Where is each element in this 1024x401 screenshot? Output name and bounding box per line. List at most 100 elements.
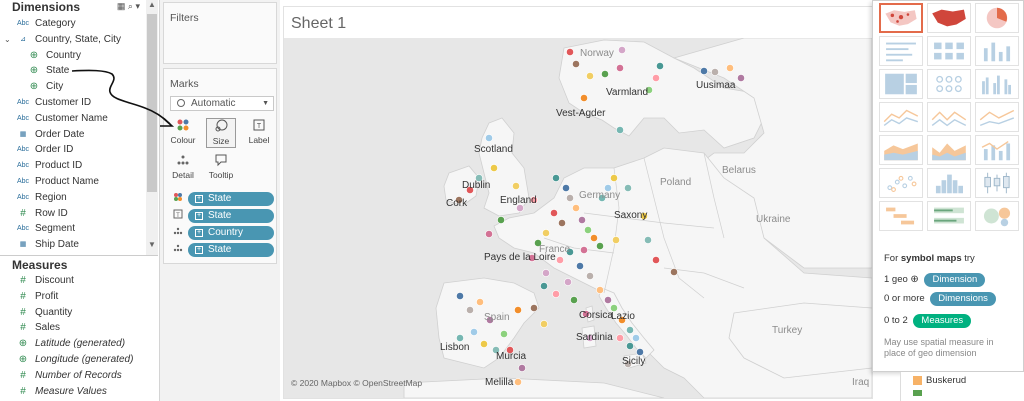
field-sales[interactable]: # Sales (0, 320, 146, 336)
map-point[interactable] (476, 298, 484, 306)
map-point[interactable] (610, 174, 618, 182)
side-by-side-bars-chart-icon[interactable] (975, 69, 1019, 99)
map-point[interactable] (512, 182, 520, 190)
search-icon[interactable]: ⌕ (128, 1, 133, 11)
field-segment[interactable]: Abc Segment (0, 221, 146, 237)
continuous-lines-chart-icon[interactable] (879, 102, 923, 132)
map-point[interactable] (737, 74, 745, 82)
map-point[interactable] (552, 290, 560, 298)
symbol-map-chart-icon[interactable] (879, 3, 923, 33)
field-latitude-generated[interactable]: ⊕ Latitude (generated) (0, 336, 146, 352)
map-point[interactable] (542, 229, 550, 237)
map-point[interactable] (566, 48, 574, 56)
map-point[interactable] (590, 234, 598, 242)
map-point[interactable] (570, 296, 578, 304)
box-whisker-chart-icon[interactable] (975, 168, 1019, 198)
map-point[interactable] (580, 94, 588, 102)
sheet-title[interactable]: Sheet 1 (291, 15, 346, 33)
field-profit[interactable]: # Profit (0, 289, 146, 305)
map-point[interactable] (470, 328, 478, 336)
map-point[interactable] (566, 194, 574, 202)
dual-combination-chart-icon[interactable] (975, 135, 1019, 165)
circle-views-chart-icon[interactable] (927, 69, 971, 99)
mark-type-dropdown[interactable]: Automatic ▼ (170, 96, 274, 111)
map-point[interactable] (596, 242, 604, 250)
map-credit[interactable]: © 2020 Mapbox © OpenStreetMap (291, 378, 422, 388)
map-point[interactable] (652, 74, 660, 82)
map-point[interactable] (576, 262, 584, 270)
field-measure-values[interactable]: # Measure Values (0, 384, 146, 400)
map-point[interactable] (624, 184, 632, 192)
state-detail-pill[interactable]: + State (188, 243, 274, 257)
map-point[interactable] (490, 164, 498, 172)
heat-map-chart-icon[interactable] (927, 36, 971, 66)
grid-view-icon[interactable]: ▦ (117, 1, 126, 11)
packed-bubbles-chart-icon[interactable] (975, 201, 1019, 231)
map-point[interactable] (604, 296, 612, 304)
map-point[interactable] (518, 364, 526, 372)
map-point[interactable] (726, 64, 734, 72)
field-discount[interactable]: # Discount (0, 273, 146, 289)
map-point[interactable] (542, 269, 550, 277)
area-continuous-chart-icon[interactable] (879, 135, 923, 165)
size-button[interactable]: Size (206, 118, 236, 148)
field-row-id[interactable]: # Row ID (0, 206, 146, 222)
map-point[interactable] (644, 236, 652, 244)
map-point[interactable] (612, 236, 620, 244)
scroll-down-arrow-icon[interactable]: ▼ (148, 240, 156, 249)
filled-map-chart-icon[interactable] (927, 3, 971, 33)
map-point[interactable] (456, 292, 464, 300)
map-point[interactable] (586, 72, 594, 80)
map-point[interactable] (497, 216, 505, 224)
map-point[interactable] (584, 226, 592, 234)
map-point[interactable] (616, 126, 624, 134)
expand-plus-icon[interactable]: + (195, 212, 203, 220)
scatter-plot-chart-icon[interactable] (879, 168, 923, 198)
map-point[interactable] (550, 209, 558, 217)
treemap-chart-icon[interactable] (879, 69, 923, 99)
map-point[interactable] (700, 67, 708, 75)
map-point[interactable] (656, 62, 664, 70)
map-point[interactable] (670, 268, 678, 276)
text-table-chart-icon[interactable] (879, 36, 923, 66)
field-quantity[interactable]: # Quantity (0, 305, 146, 321)
state-label-pill[interactable]: + State (188, 209, 274, 223)
map-point[interactable] (552, 174, 560, 182)
map-point[interactable] (558, 219, 566, 227)
field-number-of-records[interactable]: # Number of Records (0, 368, 146, 384)
expand-plus-icon[interactable]: + (195, 195, 203, 203)
map-point[interactable] (616, 64, 624, 72)
map-point[interactable] (711, 68, 719, 76)
discrete-lines-chart-icon[interactable] (927, 102, 971, 132)
country-detail-pill[interactable]: + Country (188, 226, 274, 240)
map-point[interactable] (578, 216, 586, 224)
field-longitude-generated[interactable]: ⊕ Longitude (generated) (0, 352, 146, 368)
map-point[interactable] (456, 334, 464, 342)
dropdown-arrow-icon[interactable]: ▾ (135, 1, 140, 11)
map-point[interactable] (540, 282, 548, 290)
detail-button[interactable]: Detail (168, 153, 198, 183)
expand-plus-icon[interactable]: + (195, 246, 203, 254)
map-point[interactable] (530, 304, 538, 312)
pie-chart-icon[interactable] (975, 3, 1019, 33)
map-point[interactable] (540, 320, 548, 328)
map-point[interactable] (596, 286, 604, 294)
map-point[interactable] (485, 230, 493, 238)
map-point[interactable] (556, 256, 564, 264)
map-point[interactable] (500, 330, 508, 338)
field-order-id[interactable]: Abc Order ID (0, 142, 146, 158)
map-point[interactable] (618, 46, 626, 54)
label-button[interactable]: T Label (244, 118, 274, 148)
map-point[interactable] (485, 134, 493, 142)
map-point[interactable] (636, 348, 644, 356)
map-point[interactable] (466, 306, 474, 314)
map-point[interactable] (626, 342, 634, 350)
bullet-graph-chart-icon[interactable] (927, 201, 971, 231)
field-ship-date[interactable]: ▦ Ship Date (0, 237, 146, 253)
horizontal-bars-chart-icon[interactable] (975, 36, 1019, 66)
field-product-name[interactable]: Abc Product Name (0, 174, 146, 190)
field-region[interactable]: Abc Region (0, 190, 146, 206)
map-point[interactable] (616, 334, 624, 342)
map-point[interactable] (601, 70, 609, 78)
dual-lines-chart-icon[interactable] (975, 102, 1019, 132)
